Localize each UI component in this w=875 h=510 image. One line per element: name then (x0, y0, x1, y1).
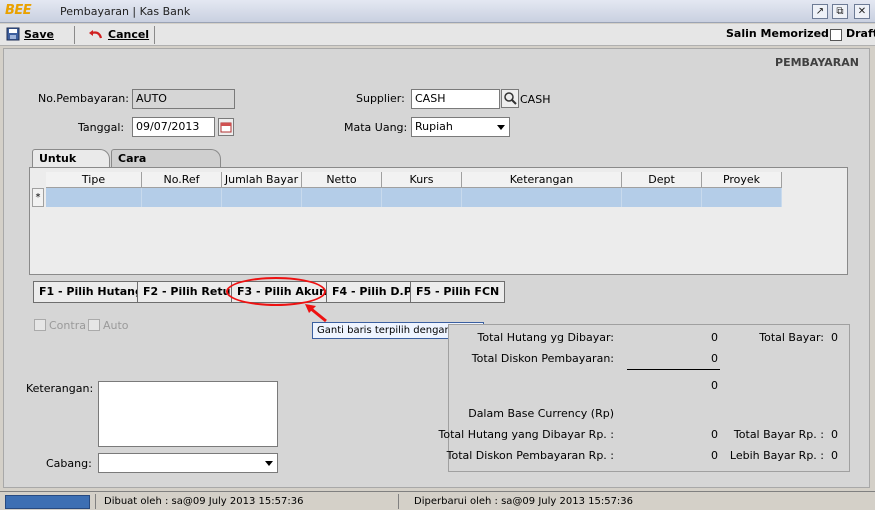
tanggal-field[interactable]: 09/07/2013 (132, 117, 215, 137)
undo-icon (89, 30, 103, 39)
auto-label: Auto (103, 319, 129, 332)
column-header[interactable]: Tipe (46, 172, 142, 188)
row-header[interactable]: * (32, 188, 44, 207)
table-cell[interactable] (46, 188, 142, 207)
close-icon[interactable]: ✕ (854, 4, 870, 19)
mata-uang-select[interactable]: Rupiah (411, 117, 510, 137)
column-header[interactable]: Kurs (382, 172, 462, 188)
total-diskon-value: 0 (711, 352, 718, 365)
column-header[interactable]: No.Ref (142, 172, 222, 188)
table-cell[interactable] (382, 188, 462, 207)
calendar-icon[interactable] (218, 118, 234, 136)
payment-form: PEMBAYARAN No.Pembayaran: AUTO Tanggal: … (3, 48, 870, 488)
keterangan-label: Keterangan: (26, 382, 94, 395)
chevron-down-icon (497, 125, 505, 130)
cabang-label: Cabang: (46, 457, 92, 470)
no-pembayaran-label: No.Pembayaran: (38, 92, 129, 105)
updated-by: Diperbarui oleh : sa@09 July 2013 15:57:… (414, 496, 634, 507)
table-cell[interactable] (222, 188, 302, 207)
toolbar: Save Cancel Salin Memorized Draft (0, 24, 875, 46)
contra-checkbox[interactable] (34, 319, 46, 331)
total-diskon-rp-label: Total Diskon Pembayaran Rp. : (446, 449, 614, 462)
total-bayar-label: Total Bayar: (759, 331, 824, 344)
total-bayar-value: 0 (831, 331, 838, 344)
table-cell[interactable] (302, 188, 382, 207)
created-by: Dibuat oleh : sa@09 July 2013 15:57:36 (104, 496, 304, 507)
title-bar: BEE Pembayaran | Kas Bank ↗ ⧉ ✕ (0, 0, 875, 23)
supplier-field[interactable]: CASH (411, 89, 500, 109)
cancel-button[interactable]: Cancel (88, 27, 149, 43)
salin-memorized-button[interactable]: Salin Memorized (726, 27, 829, 43)
total-hutang-label: Total Hutang yg Dibayar: (477, 331, 614, 344)
column-header[interactable]: Dept (622, 172, 702, 188)
save-button[interactable]: Save (6, 27, 54, 43)
pilih-dp-button[interactable]: F4 - Pilih D.P. (326, 281, 420, 303)
mata-uang-label: Mata Uang: (344, 121, 408, 134)
column-header[interactable]: Netto (302, 172, 382, 188)
table-cell[interactable] (142, 188, 222, 207)
table-cell[interactable] (462, 188, 622, 207)
summary-panel: Total Hutang yg Dibayar: 0 Total Bayar: … (439, 324, 850, 472)
draft-label: Draft (846, 27, 875, 40)
total-hutang-rp-label: Total Hutang yang Dibayar Rp. : (438, 428, 614, 441)
table-cell[interactable] (702, 188, 782, 207)
lebih-bayar-rp-label: Lebih Bayar Rp. : (729, 449, 824, 462)
page-title: PEMBAYARAN (775, 56, 859, 69)
draft-checkbox[interactable] (830, 29, 842, 41)
chevron-down-icon (265, 461, 273, 466)
total-bayar-rp-value: 0 (831, 428, 838, 441)
cabang-select[interactable] (98, 453, 278, 473)
column-header[interactable]: Proyek (702, 172, 782, 188)
divider (627, 369, 720, 370)
tab-cara-pembayaran[interactable]: Cara Pembayaran (111, 149, 221, 178)
subtotal-value: 0 (711, 379, 718, 392)
highlight-circle (226, 277, 326, 306)
pilih-hutang-button[interactable]: F1 - Pilih Hutang (33, 281, 149, 303)
total-bayar-rp-label: Total Bayar Rp. : (733, 428, 824, 441)
app-logo: BEE (5, 3, 32, 18)
search-icon[interactable] (501, 89, 519, 108)
payment-grid[interactable]: Tipe No.Ref Jumlah Bayar Netto Kurs Kete… (29, 167, 848, 275)
column-header[interactable]: Keterangan (462, 172, 622, 188)
auto-checkbox[interactable] (88, 319, 100, 331)
supplier-label: Supplier: (356, 92, 405, 105)
tanggal-label: Tanggal: (78, 121, 125, 134)
pilih-fcn-button[interactable]: F5 - Pilih FCN (410, 281, 506, 303)
keterangan-textarea[interactable] (98, 381, 278, 447)
total-diskon-label: Total Diskon Pembayaran: (471, 352, 614, 365)
lebih-bayar-rp-value: 0 (831, 449, 838, 462)
column-header[interactable]: Jumlah Bayar (222, 172, 302, 188)
table-cell[interactable] (622, 188, 702, 207)
total-hutang-rp-value: 0 (711, 428, 718, 441)
status-indicator (5, 495, 90, 509)
total-diskon-rp-value: 0 (711, 449, 718, 462)
floppy-icon (6, 27, 20, 41)
tab-untuk-bayar[interactable]: Untuk Bayar (32, 149, 110, 178)
maximize-icon[interactable]: ⧉ (832, 4, 848, 19)
status-bar: Dibuat oleh : sa@09 July 2013 15:57:36 D… (0, 491, 875, 510)
base-currency-label: Dalam Base Currency (Rp) (468, 407, 614, 420)
contra-label: Contra (49, 319, 86, 332)
supplier-name: CASH (520, 93, 551, 106)
no-pembayaran-field[interactable]: AUTO (132, 89, 235, 109)
window-title: Pembayaran | Kas Bank (60, 5, 191, 18)
restore-icon[interactable]: ↗ (812, 4, 828, 19)
total-hutang-value: 0 (711, 331, 718, 344)
